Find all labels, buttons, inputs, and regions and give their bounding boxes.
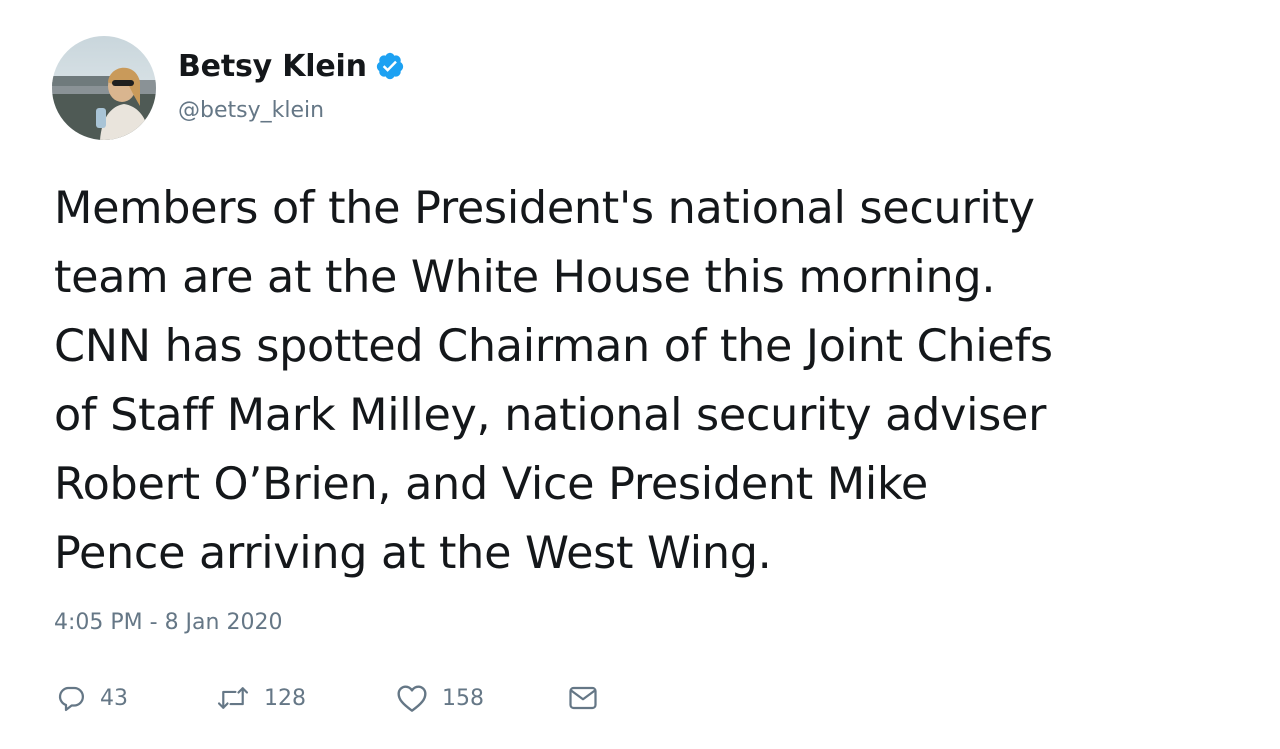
- retweet-button[interactable]: 128: [216, 683, 396, 713]
- heart-icon: [396, 683, 428, 713]
- direct-message-button[interactable]: [568, 684, 608, 712]
- author-name-row: Betsy Klein: [178, 44, 405, 88]
- tweet-timestamp[interactable]: 4:05 PM - 8 Jan 2020: [54, 610, 282, 635]
- envelope-icon: [568, 684, 598, 712]
- avatar[interactable]: [52, 36, 156, 140]
- reply-icon: [56, 683, 86, 713]
- reply-count: 43: [100, 685, 128, 711]
- tweet-actions: 43 128 158: [56, 678, 608, 718]
- author-handle[interactable]: @betsy_klein: [178, 98, 324, 123]
- retweet-icon: [216, 683, 250, 713]
- like-count: 158: [442, 685, 484, 711]
- verified-badge-icon: [375, 51, 405, 81]
- avatar-photo: [52, 36, 156, 140]
- author-display-name[interactable]: Betsy Klein: [178, 49, 367, 84]
- like-button[interactable]: 158: [396, 683, 568, 713]
- tweet-text: Members of the President's national secu…: [54, 183, 1053, 579]
- tweet-card: Betsy Klein @betsy_klein Members of the …: [0, 0, 1280, 749]
- retweet-count: 128: [264, 685, 306, 711]
- reply-button[interactable]: 43: [56, 683, 216, 713]
